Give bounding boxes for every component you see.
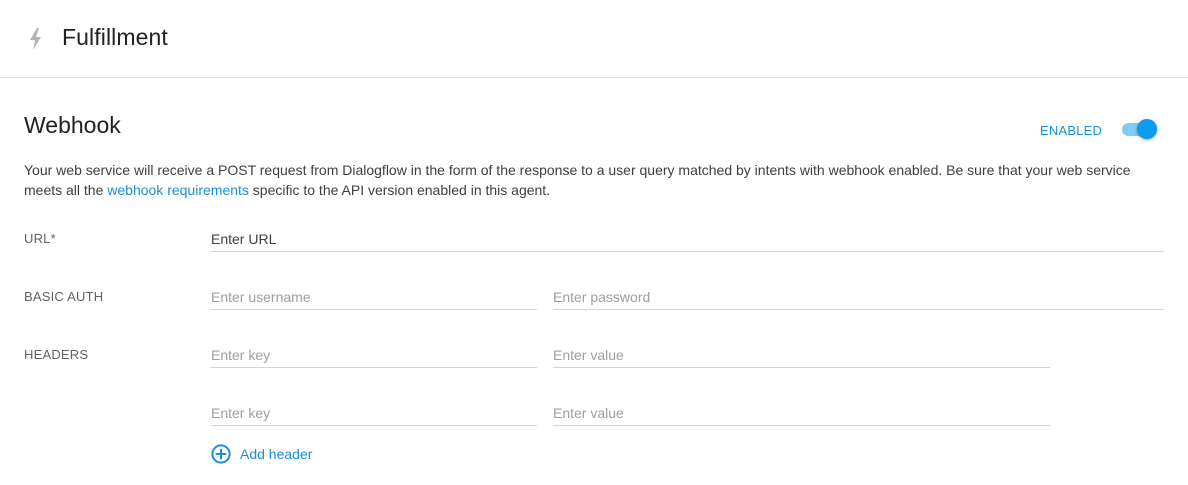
basic-auth-label: BASIC AUTH	[24, 289, 104, 304]
bolt-icon	[30, 28, 41, 50]
add-header-label: Add header	[240, 446, 313, 462]
header-key-input[interactable]	[211, 400, 537, 425]
top-bar: Fulfillment	[0, 0, 1188, 78]
url-label: URL*	[24, 231, 56, 246]
username-input[interactable]	[211, 284, 537, 309]
password-field[interactable]	[553, 284, 1164, 310]
page-title: Fulfillment	[62, 24, 168, 50]
webhook-requirements-link[interactable]: webhook requirements	[107, 182, 249, 198]
header-value-field[interactable]	[553, 400, 1050, 426]
url-input[interactable]	[211, 226, 1164, 251]
toggle-knob	[1137, 119, 1157, 139]
webhook-title: Webhook	[24, 112, 121, 138]
header-key-field[interactable]	[211, 400, 537, 426]
username-field[interactable]	[211, 284, 537, 310]
toggle-label: ENABLED	[1040, 123, 1103, 138]
add-circle-icon	[211, 444, 231, 464]
header-value-field[interactable]	[553, 342, 1050, 368]
add-header-button[interactable]: Add header	[211, 443, 312, 465]
url-field[interactable]	[211, 226, 1164, 252]
header-value-input[interactable]	[553, 400, 1050, 425]
webhook-description: Your web service will receive a POST req…	[24, 160, 1164, 200]
header-value-input[interactable]	[553, 342, 1050, 367]
webhook-enabled-toggle[interactable]	[1120, 118, 1158, 140]
header-key-field[interactable]	[211, 342, 537, 368]
description-text-end: specific to the API version enabled in t…	[248, 182, 551, 198]
password-input[interactable]	[553, 284, 1164, 309]
headers-label: HEADERS	[24, 347, 89, 362]
header-key-input[interactable]	[211, 342, 537, 367]
